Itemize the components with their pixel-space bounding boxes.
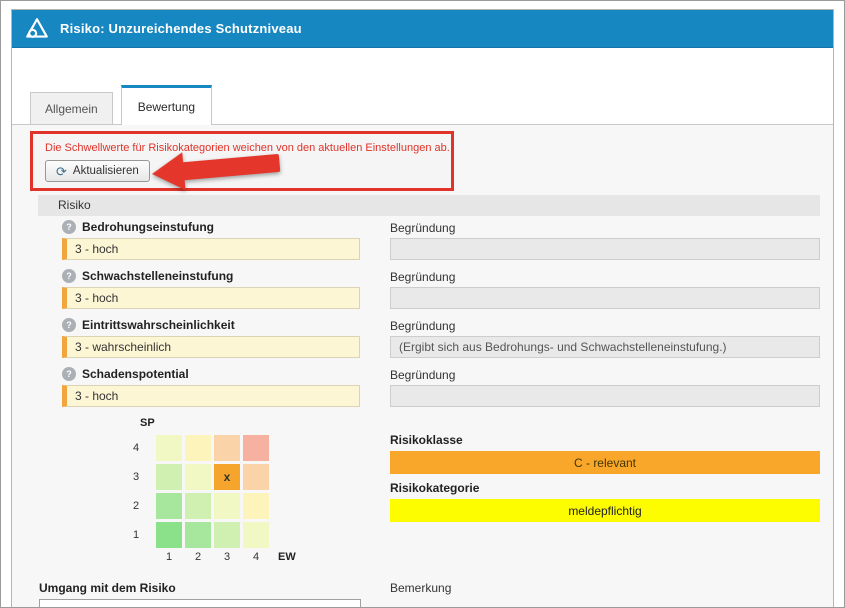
risk-matrix: SP 43x21 1234EW bbox=[116, 417, 296, 563]
matrix-cell[interactable] bbox=[243, 522, 269, 548]
help-icon[interactable]: ? bbox=[62, 269, 76, 283]
matrix-cell[interactable] bbox=[214, 435, 240, 461]
rating-label: Schadenspotential bbox=[82, 367, 189, 381]
aktualisieren-button-label: Aktualisieren bbox=[73, 165, 139, 177]
field-row-eintrittswahrscheinlichkeit: ? Eintrittswahrscheinlichkeit Begründung bbox=[38, 315, 820, 364]
reason-label: Begründung bbox=[390, 319, 455, 333]
matrix-cell[interactable] bbox=[243, 435, 269, 461]
matrix-col-label: 2 bbox=[185, 551, 211, 563]
matrix-col-label: 1 bbox=[156, 551, 182, 563]
tab-bewertung-label: Bewertung bbox=[138, 100, 195, 114]
risk-category-value: meldepflichtig bbox=[390, 499, 820, 522]
risk-class-value: C - relevant bbox=[390, 451, 820, 474]
matrix-cell[interactable]: x bbox=[214, 464, 240, 490]
matrix-cell[interactable] bbox=[243, 493, 269, 519]
help-icon[interactable]: ? bbox=[62, 220, 76, 234]
matrix-col-label: 3 bbox=[214, 551, 240, 563]
matrix-cell[interactable] bbox=[156, 464, 182, 490]
tab-bewertung[interactable]: Bewertung bbox=[121, 85, 212, 125]
matrix-col-label: 4 bbox=[243, 551, 269, 563]
matrix-cell[interactable] bbox=[185, 493, 211, 519]
matrix-y-axis-label: SP bbox=[140, 417, 296, 429]
matrix-cell[interactable] bbox=[214, 522, 240, 548]
risk-category-label: Risikokategorie bbox=[390, 481, 479, 495]
risk-handling-label: Umgang mit dem Risiko bbox=[39, 581, 176, 595]
matrix-row-label: 4 bbox=[116, 442, 156, 454]
app-logo-icon bbox=[24, 16, 50, 42]
rating-input[interactable] bbox=[62, 336, 360, 358]
tab-strip: Allgemein Bewertung bbox=[30, 48, 212, 125]
matrix-row-label: 2 bbox=[116, 500, 156, 512]
risk-class-label: Risikoklasse bbox=[390, 433, 463, 447]
tab-allgemein-label: Allgemein bbox=[45, 102, 98, 116]
section-header-risiko: Risiko bbox=[38, 195, 820, 216]
tab-allgemein[interactable]: Allgemein bbox=[30, 92, 113, 125]
rating-label: Eintrittswahrscheinlichkeit bbox=[82, 318, 235, 332]
help-icon[interactable]: ? bbox=[62, 367, 76, 381]
matrix-cell[interactable] bbox=[156, 522, 182, 548]
matrix-cell[interactable] bbox=[214, 493, 240, 519]
aktualisieren-button[interactable]: ⟳ Aktualisieren bbox=[45, 160, 150, 182]
reason-label: Begründung bbox=[390, 368, 455, 382]
dialog-title: Risiko: Unzureichendes Schutzniveau bbox=[60, 21, 302, 36]
reason-label: Begründung bbox=[390, 221, 455, 235]
dialog-content: Allgemein Bewertung Die Schwellwerte für… bbox=[12, 48, 833, 608]
rating-input[interactable] bbox=[62, 287, 360, 309]
screenshot-frame: Risiko: Unzureichendes Schutzniveau Allg… bbox=[0, 0, 845, 608]
rating-input[interactable] bbox=[62, 238, 360, 260]
field-row-schadenspotential: ? Schadenspotential Begründung bbox=[38, 364, 820, 413]
reason-input[interactable] bbox=[390, 238, 820, 260]
bewertung-panel: Die Schwellwerte für Risikokategorien we… bbox=[12, 124, 833, 608]
field-row-schwachstelleneinstufung: ? Schwachstelleneinstufung Begründung bbox=[38, 266, 820, 315]
reason-input[interactable] bbox=[390, 336, 820, 358]
help-icon[interactable]: ? bbox=[62, 318, 76, 332]
matrix-grid: 4 3 x 2 1 bbox=[116, 435, 296, 548]
dialog-titlebar: Risiko: Unzureichendes Schutzniveau bbox=[12, 10, 833, 48]
matrix-cell[interactable] bbox=[156, 435, 182, 461]
matrix-cell[interactable] bbox=[185, 435, 211, 461]
rating-label: Bedrohungseinstufung bbox=[82, 220, 214, 234]
rating-label: Schwachstelleneinstufung bbox=[82, 269, 233, 283]
matrix-cell[interactable] bbox=[185, 464, 211, 490]
annotation-arrow-shaft bbox=[179, 154, 280, 181]
reason-label: Begründung bbox=[390, 270, 455, 284]
reason-input[interactable] bbox=[390, 287, 820, 309]
matrix-cell[interactable] bbox=[185, 522, 211, 548]
matrix-x-axis-label: EW bbox=[278, 551, 296, 563]
risk-form: ? Bedrohungseinstufung Begründung ? Schw… bbox=[38, 217, 820, 413]
matrix-row-label: 1 bbox=[116, 529, 156, 541]
field-row-bedrohungseinstufung: ? Bedrohungseinstufung Begründung bbox=[38, 217, 820, 266]
refresh-icon: ⟳ bbox=[56, 165, 67, 178]
matrix-cell[interactable] bbox=[156, 493, 182, 519]
matrix-cell[interactable] bbox=[243, 464, 269, 490]
risk-dialog-window: Risiko: Unzureichendes Schutzniveau Allg… bbox=[11, 9, 834, 608]
reason-input[interactable] bbox=[390, 385, 820, 407]
rating-input[interactable] bbox=[62, 385, 360, 407]
matrix-row-label: 3 bbox=[116, 471, 156, 483]
risk-handling-select[interactable] bbox=[39, 599, 361, 608]
remark-label: Bemerkung bbox=[390, 581, 451, 595]
matrix-col-labels: 1234 EW bbox=[156, 551, 296, 563]
